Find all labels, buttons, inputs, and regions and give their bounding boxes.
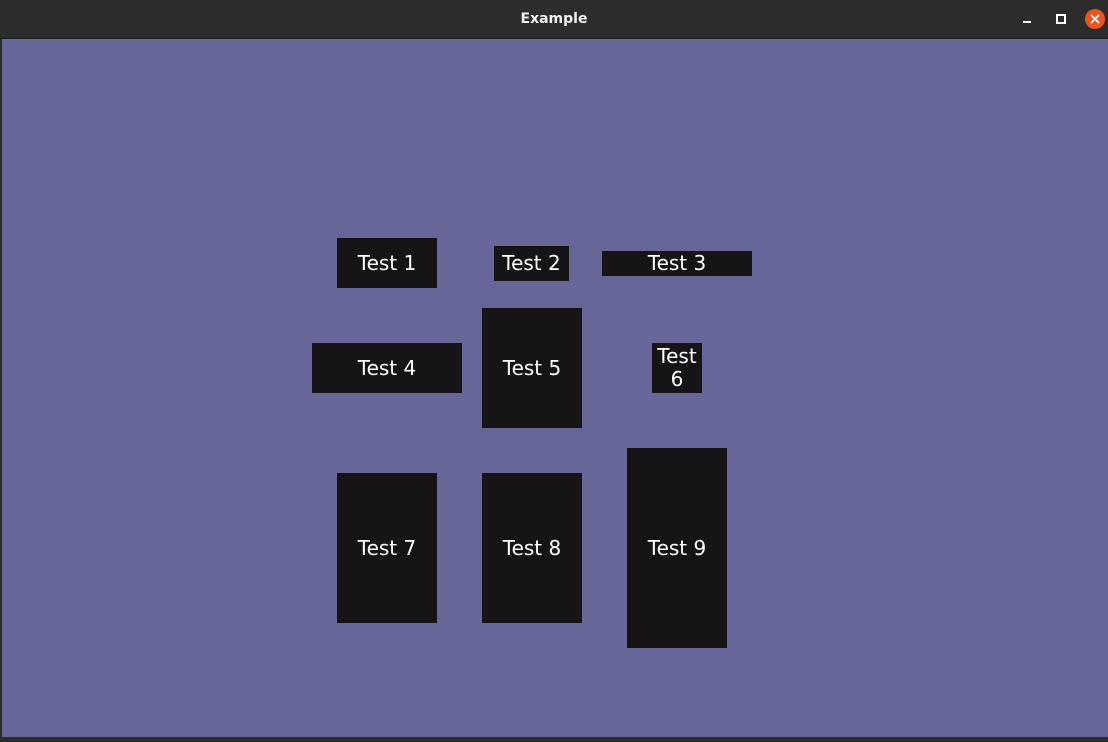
window-bottom-edge	[0, 737, 1108, 742]
test-8-button[interactable]: Test 8	[482, 473, 582, 623]
close-icon	[1085, 9, 1105, 29]
test-6-button[interactable]: Test 6	[652, 343, 702, 393]
content-area: Test 1 Test 2 Test 3 Test 4 Test 5 Test …	[2, 39, 1108, 737]
test-5-button[interactable]: Test 5	[482, 308, 582, 428]
window-title: Example	[520, 11, 588, 27]
test-4-button[interactable]: Test 4	[312, 343, 462, 393]
test-9-button[interactable]: Test 9	[627, 448, 727, 648]
close-button[interactable]	[1085, 9, 1105, 29]
minimize-icon	[1023, 21, 1031, 23]
maximize-icon	[1056, 14, 1066, 24]
test-3-button[interactable]: Test 3	[602, 251, 752, 276]
app-window: Example Test 1 Test 2 Test 3 Test 4 Test…	[0, 0, 1108, 742]
minimize-button[interactable]	[1017, 9, 1037, 29]
maximize-button[interactable]	[1051, 9, 1071, 29]
test-7-button[interactable]: Test 7	[337, 473, 437, 623]
title-bar[interactable]: Example	[0, 0, 1108, 39]
test-2-button[interactable]: Test 2	[494, 246, 569, 281]
test-1-button[interactable]: Test 1	[337, 238, 437, 288]
